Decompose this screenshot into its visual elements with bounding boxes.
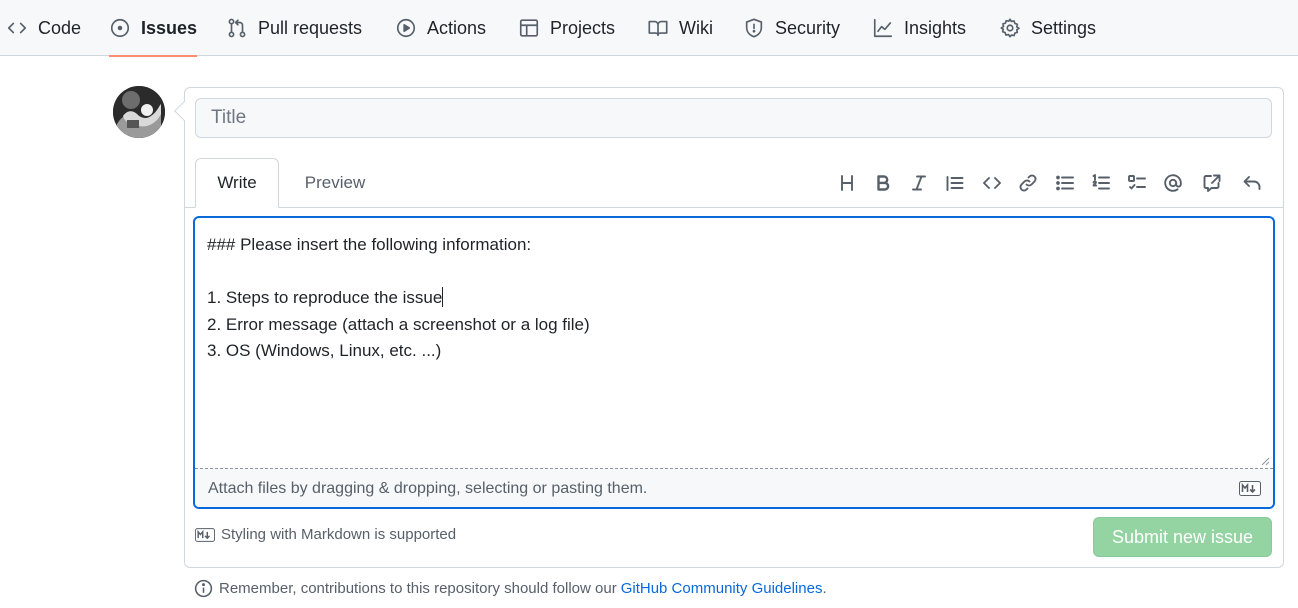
cross-reference-button[interactable] xyxy=(1199,170,1225,196)
attach-hint: Attach files by dragging & dropping, sel… xyxy=(208,480,648,497)
quote-button[interactable] xyxy=(942,170,968,196)
tab-pull-requests-label: Pull requests xyxy=(258,17,363,38)
issue-opened-icon xyxy=(110,18,130,38)
ordered-list-button[interactable] xyxy=(1088,170,1114,196)
play-icon xyxy=(396,18,416,38)
contribution-guidelines-note: Remember, contributions to this reposito… xyxy=(193,578,827,599)
resize-handle-icon[interactable] xyxy=(1260,456,1270,466)
repo-nav: Code Issues Pull requests Actions Projec… xyxy=(0,0,1298,57)
code-button[interactable] xyxy=(979,170,1005,196)
community-guidelines-link[interactable]: GitHub Community Guidelines xyxy=(621,580,823,597)
unordered-list-icon xyxy=(1056,175,1074,191)
avatar[interactable] xyxy=(113,86,165,138)
tab-projects[interactable]: Projects xyxy=(518,0,615,56)
footer-note-text: Remember, contributions to this reposito… xyxy=(219,580,617,597)
attach-files-bar[interactable]: Attach files by dragging & dropping, sel… xyxy=(195,468,1273,507)
text-caret xyxy=(442,287,444,307)
mention-button[interactable] xyxy=(1160,170,1186,196)
italic-button[interactable] xyxy=(906,170,932,196)
bold-icon xyxy=(877,175,890,191)
git-pull-request-icon xyxy=(228,18,246,38)
markdown-icon xyxy=(1239,481,1261,496)
shield-icon xyxy=(745,18,763,38)
italic-icon xyxy=(912,175,926,191)
tab-actions-label: Actions xyxy=(427,17,487,38)
comment-body-textarea[interactable]: ### Please insert the following informat… xyxy=(195,218,1273,468)
body-line: 1. Steps to reproduce the issue xyxy=(207,288,443,307)
body-line: 2. Error message (attach a screenshot or… xyxy=(207,314,590,334)
book-icon xyxy=(648,20,668,37)
tab-security[interactable]: Security xyxy=(743,0,840,56)
heading-button[interactable] xyxy=(834,170,860,196)
table-icon xyxy=(519,19,539,37)
heading-icon xyxy=(841,175,853,191)
bold-button[interactable] xyxy=(870,170,896,196)
markdown-icon xyxy=(195,527,215,542)
avatar-image xyxy=(113,86,165,138)
info-icon xyxy=(194,579,213,598)
graph-icon xyxy=(873,18,893,38)
tab-issues-label: Issues xyxy=(141,17,198,38)
body-line xyxy=(207,259,1261,286)
cross-reference-icon xyxy=(1203,174,1221,192)
code-icon xyxy=(7,22,27,34)
tab-security-label: Security xyxy=(775,17,841,38)
quote-icon xyxy=(946,176,964,191)
tab-actions[interactable]: Actions xyxy=(395,0,486,56)
reply-button[interactable] xyxy=(1239,170,1265,196)
link-button[interactable] xyxy=(1015,170,1041,196)
body-line: ### Please insert the following informat… xyxy=(207,235,532,254)
gear-icon xyxy=(1000,18,1020,38)
ordered-list-icon xyxy=(1092,174,1110,190)
tab-preview[interactable]: Preview xyxy=(288,158,382,208)
body-line-with-caret: 1. Steps to reproduce the issue xyxy=(207,285,1261,312)
link-icon xyxy=(1019,174,1037,192)
reply-icon xyxy=(1243,176,1261,190)
footer-note-suffix: . xyxy=(822,580,827,597)
title-input[interactable]: Title xyxy=(195,98,1272,138)
tab-issues[interactable]: Issues xyxy=(109,0,198,57)
task-list-icon xyxy=(1128,175,1146,190)
markdown-support-note[interactable]: Styling with Markdown is supported xyxy=(195,526,456,543)
title-placeholder: Title xyxy=(211,107,247,128)
tab-insights[interactable]: Insights xyxy=(872,0,966,56)
tab-pull-requests[interactable]: Pull requests xyxy=(226,0,362,56)
body-line: 3. OS (Windows, Linux, etc. ...) xyxy=(207,341,442,360)
tab-write[interactable]: Write xyxy=(195,158,279,208)
submit-new-issue-button[interactable]: Submit new issue xyxy=(1093,517,1272,557)
tab-settings[interactable]: Settings xyxy=(999,0,1096,56)
tab-insights-label: Insights xyxy=(904,17,967,38)
comment-body-editor[interactable]: ### Please insert the following informat… xyxy=(193,216,1275,509)
markdown-note-text: Styling with Markdown is supported xyxy=(221,526,457,543)
tab-code-label: Code xyxy=(38,17,82,38)
tab-wiki-label: Wiki xyxy=(679,17,713,38)
mention-icon xyxy=(1164,174,1182,192)
tab-code[interactable]: Code xyxy=(6,0,81,56)
unordered-list-button[interactable] xyxy=(1052,170,1078,196)
task-list-button[interactable] xyxy=(1124,170,1150,196)
tab-wiki[interactable]: Wiki xyxy=(647,0,713,56)
tab-projects-label: Projects xyxy=(550,17,616,38)
tab-settings-label: Settings xyxy=(1031,17,1097,38)
code-icon xyxy=(983,177,1001,189)
